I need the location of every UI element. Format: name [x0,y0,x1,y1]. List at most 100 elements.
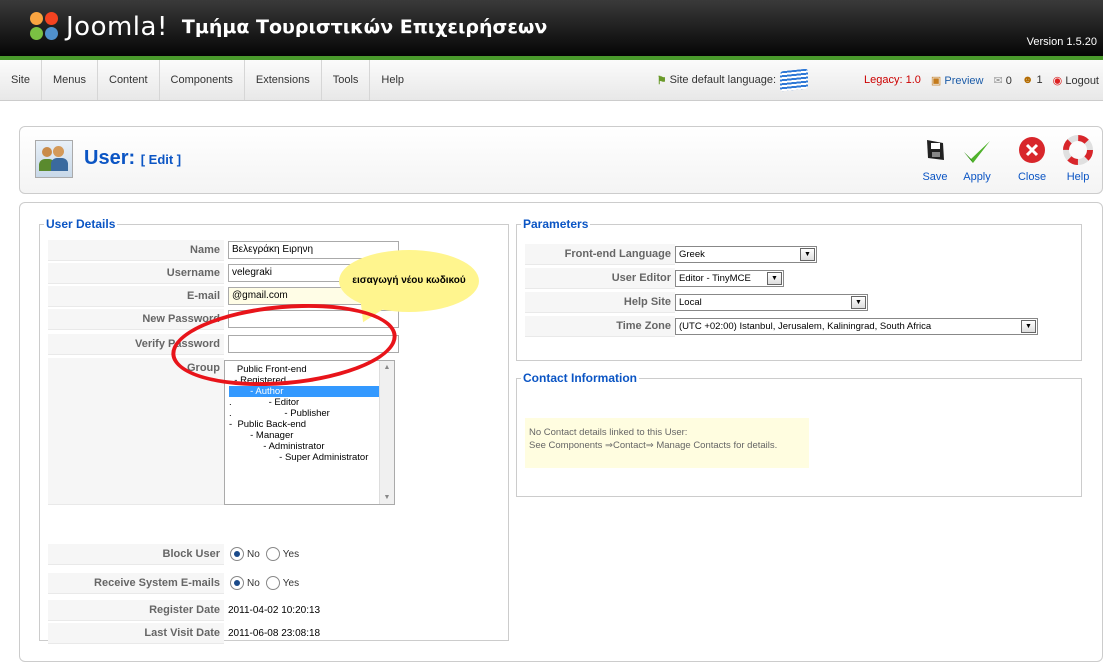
preview-label: Preview [944,74,984,87]
save-icon [920,135,950,165]
help-site-value: Local [679,297,702,308]
time-zone-value: (UTC +02:00) Istanbul, Jerusalem, Kalini… [679,321,932,332]
contact-note-line1: No Contact details linked to this User: [529,427,688,438]
help-site-select[interactable]: Local ▼ [675,294,868,311]
receive-emails-yes-radio[interactable] [265,576,280,590]
menu-help[interactable]: Help [370,60,415,100]
main-menu-bar: Site Menus Content Components Extensions… [0,60,1103,101]
menu-menus[interactable]: Menus [42,60,98,100]
version-label: Version 1.5.20 [1026,36,1097,48]
last-visit-row: Last Visit Date 2011-06-08 23:08:18 [48,622,320,644]
checkmark-icon [962,135,992,165]
group-row: Group [48,358,224,505]
menu-components[interactable]: Components [160,60,245,100]
user-editor-value: Editor - TinyMCE [679,273,751,284]
parameters-legend: Parameters [523,217,589,231]
group-option[interactable]: - Super Administrator [229,452,379,463]
register-date-value: 2011-04-02 10:20:13 [228,604,321,616]
lifebuoy-icon [1063,135,1093,165]
group-option[interactable]: . - Editor [229,397,379,408]
menu-site[interactable]: Site [0,60,42,100]
messages-icon: ✉ [993,74,1003,87]
menu-extensions[interactable]: Extensions [245,60,322,100]
contact-note-line2: See Components ⇒Contact⇒ Manage Contacts… [529,440,778,451]
block-user-no-radio[interactable] [230,547,244,561]
logout-link[interactable]: ◉ Logout [1053,74,1099,87]
page-subtitle: [ Edit ] [140,152,182,167]
frontend-language-select[interactable]: Greek ▼ [675,246,817,263]
preview-icon: ▣ [930,74,942,87]
user-editor-select[interactable]: Editor - TinyMCE ▼ [675,270,784,287]
receive-emails-yes-label: Yes [282,577,300,589]
user-details-legend: User Details [46,217,116,231]
name-label: Name [48,239,224,261]
admin-header: Joomla! Τμήμα Τουριστικών Επιχειρήσεων V… [0,0,1103,60]
group-option[interactable]: - Public Back-end [229,419,379,430]
name-row: Name Βελεγράκη Ειρηνη [48,239,399,261]
contact-legend: Contact Information [523,371,637,385]
time-zone-select[interactable]: (UTC +02:00) Istanbul, Jerusalem, Kalini… [675,318,1038,335]
joomla-logo: Joomla! Τμήμα Τουριστικών Επιχειρήσεων [30,7,547,47]
listbox-scrollbar[interactable]: ▲ ▼ [379,361,394,504]
last-visit-value: 2011-06-08 23:08:18 [228,627,321,639]
parameters-fieldset: Parameters Front-end Language Greek ▼ Use… [516,217,1082,361]
close-button[interactable]: Close [1012,135,1052,183]
block-user-row: Block User No Yes [48,543,305,565]
help-site-row: Help Site [525,291,675,313]
status-bar: Legacy: 1.0 ▣ Preview ✉ 0 ☻ 1 ◉ Logout [864,60,1099,100]
dropdown-arrow-icon: ▼ [800,248,815,261]
page-title: User: [ Edit ] [84,147,181,170]
toolbar-box: User: [ Edit ] Save Apply Close Help [19,126,1103,194]
group-option[interactable]: . - Publisher [229,408,379,419]
messages-count[interactable]: ✉ 0 [994,74,1012,87]
messages-count-value: 0 [1005,74,1012,87]
user-editor-row: User Editor [525,267,675,289]
save-button[interactable]: Save [915,135,955,183]
site-title: Τμήμα Τουριστικών Επιχειρήσεων [181,16,548,38]
joomla-logo-icon [30,12,60,42]
receive-emails-no-radio[interactable] [230,576,244,590]
contact-fieldset: Contact Information No Contact details l… [516,371,1082,497]
dropdown-arrow-icon: ▼ [767,272,782,285]
users-icon: ☻ [1021,74,1034,86]
receive-emails-no-label: No [247,577,260,589]
help-button[interactable]: Help [1058,135,1098,183]
preview-link[interactable]: ▣ Preview [931,74,984,87]
block-user-no-label: No [247,548,260,560]
menu-tools[interactable]: Tools [322,60,371,100]
apply-label: Apply [963,171,991,183]
register-date-row: Register Date 2011-04-02 10:20:13 [48,599,320,621]
receive-emails-row: Receive System E-mails No Yes [48,572,305,594]
save-label: Save [922,171,948,183]
scroll-down-icon[interactable]: ▼ [380,494,394,501]
group-option[interactable]: - Administrator [229,441,379,452]
group-label: Group [48,358,224,505]
dropdown-arrow-icon: ▼ [1021,320,1036,333]
scroll-up-icon[interactable]: ▲ [380,364,394,371]
close-label: Close [1017,171,1047,183]
users-online: ☻ 1 [1022,74,1043,86]
logout-label: Logout [1065,74,1099,87]
group-option[interactable]: - Manager [229,430,379,441]
site-language-label: Site default language: [669,74,776,86]
language-icon: ⚑ [656,74,667,87]
time-zone-label: Time Zone [525,315,675,337]
time-zone-row: Time Zone [525,315,675,337]
frontend-language-label: Front-end Language [525,243,675,265]
dropdown-arrow-icon: ▼ [851,296,866,309]
last-visit-label: Last Visit Date [48,622,224,644]
email-label: E-mail [48,285,224,307]
menu-content[interactable]: Content [98,60,160,100]
logo-text: Joomla! [66,12,168,42]
receive-emails-label: Receive System E-mails [48,572,224,594]
frontend-language-value: Greek [679,249,705,260]
register-date-label: Register Date [48,599,224,621]
block-user-yes-radio[interactable] [265,547,280,561]
user-editor-label: User Editor [525,267,675,289]
users-count-value: 1 [1036,74,1043,86]
help-site-label: Help Site [525,291,675,313]
group-option-selected[interactable]: - Author [229,386,379,397]
main-menu: Site Menus Content Components Extensions… [0,60,415,100]
logout-icon: ◉ [1052,74,1063,87]
apply-button[interactable]: Apply [957,135,997,183]
